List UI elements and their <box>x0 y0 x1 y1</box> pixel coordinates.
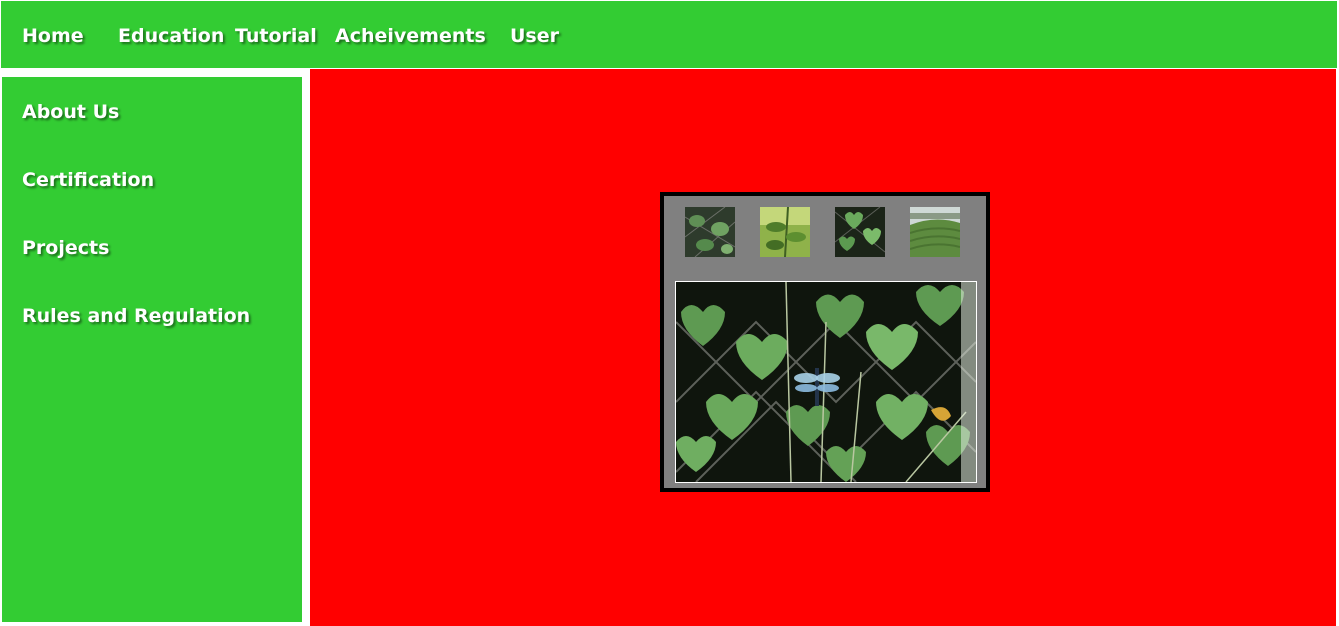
nav-acheivements[interactable]: Acheivements <box>335 23 486 49</box>
main-gallery-image <box>675 281 977 483</box>
image-gallery <box>660 192 990 492</box>
thumbnail-heart-leaves[interactable] <box>835 207 885 257</box>
sidebar-item-about-us[interactable]: About Us <box>22 99 119 125</box>
nav-tutorial[interactable]: Tutorial <box>235 23 317 49</box>
sidebar-item-certification[interactable]: Certification <box>22 167 154 193</box>
sidebar: About Us Certification Projects Rules an… <box>2 77 302 622</box>
sidebar-item-rules-and-regulation[interactable]: Rules and Regulation <box>22 303 250 329</box>
thumbnail-hillside-field[interactable] <box>910 207 960 257</box>
nav-education[interactable]: Education <box>118 23 224 49</box>
nav-home[interactable]: Home <box>22 23 84 49</box>
top-navigation-bar: Home Education Tutorial Acheivements Use… <box>1 1 1337 68</box>
sidebar-item-projects[interactable]: Projects <box>22 235 109 261</box>
main-content <box>310 69 1336 626</box>
thumbnail-green-plant[interactable] <box>760 207 810 257</box>
thumbnail-leaves-on-fence[interactable] <box>685 207 735 257</box>
nav-user[interactable]: User <box>510 23 559 49</box>
